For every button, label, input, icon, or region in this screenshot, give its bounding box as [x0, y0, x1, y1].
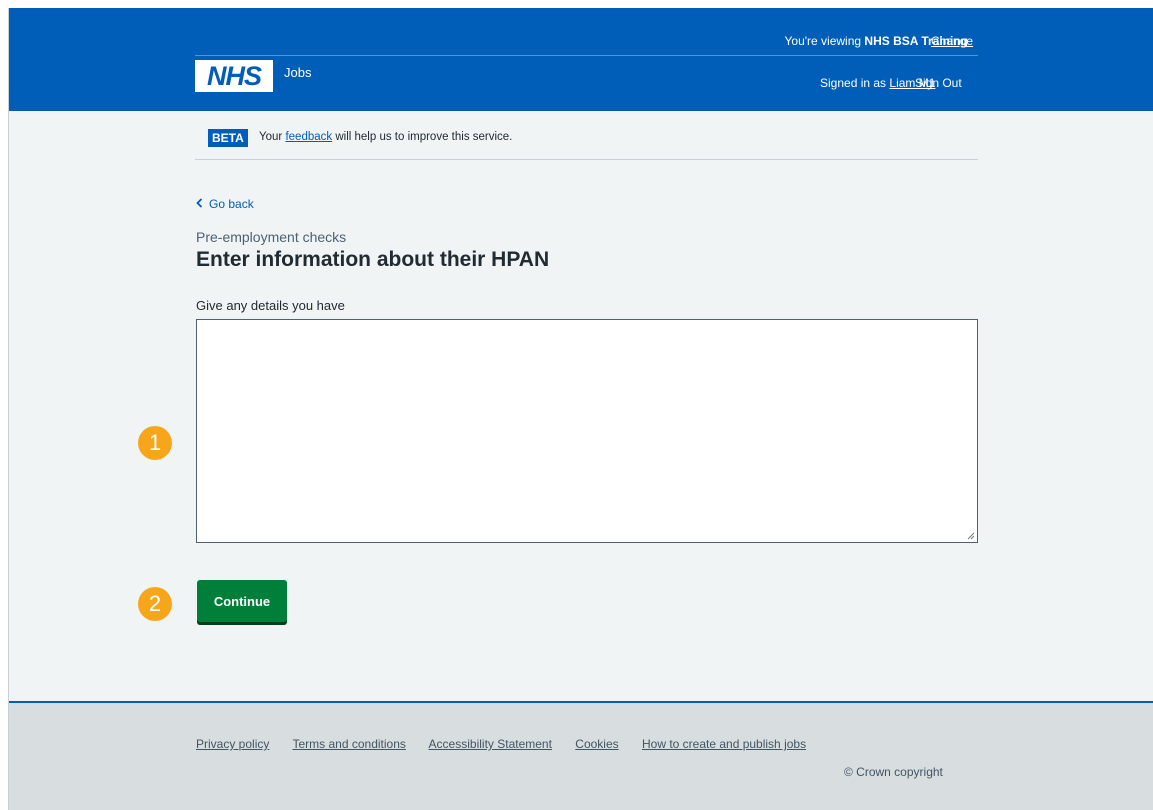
- step-marker-1: 1: [138, 426, 172, 460]
- page-caption: Pre-employment checks: [196, 229, 347, 245]
- change-org-link[interactable]: Change: [931, 34, 973, 48]
- service-name: Jobs: [284, 65, 312, 80]
- footer-link-privacy[interactable]: Privacy policy: [196, 737, 269, 751]
- page-frame: You're viewing NHS BSA Training Change N…: [8, 8, 1153, 810]
- footer-link-cookies[interactable]: Cookies: [575, 737, 618, 751]
- chevron-left-icon: [196, 197, 203, 211]
- header-divider: [195, 55, 978, 56]
- beta-tag: BETA: [208, 129, 248, 147]
- footer-link-accessibility[interactable]: Accessibility Statement: [429, 737, 552, 751]
- details-textarea[interactable]: [196, 319, 978, 543]
- beta-banner: BETA Your feedback will help us to impro…: [195, 126, 978, 160]
- copyright-text: © Crown copyright: [844, 765, 943, 779]
- details-label: Give any details you have: [196, 298, 345, 313]
- beta-text: Your feedback will help us to improve th…: [259, 131, 513, 143]
- feedback-link[interactable]: feedback: [285, 131, 332, 143]
- step-marker-2: 2: [138, 587, 172, 621]
- go-back-link[interactable]: Go back: [196, 197, 254, 211]
- continue-button[interactable]: Continue: [197, 580, 287, 622]
- site-footer: Privacy policy Terms and conditions Acce…: [9, 701, 1153, 810]
- footer-link-how-to[interactable]: How to create and publish jobs: [642, 737, 806, 751]
- page-title: Enter information about their HPAN: [196, 248, 550, 271]
- footer-link-terms[interactable]: Terms and conditions: [292, 737, 405, 751]
- resize-handle-icon[interactable]: [965, 530, 975, 540]
- nhs-logo[interactable]: NHS: [195, 60, 273, 92]
- footer-links: Privacy policy Terms and conditions Acce…: [196, 737, 826, 751]
- sign-out-link[interactable]: Sign Out: [915, 76, 962, 90]
- site-header: You're viewing NHS BSA Training Change N…: [9, 8, 1153, 111]
